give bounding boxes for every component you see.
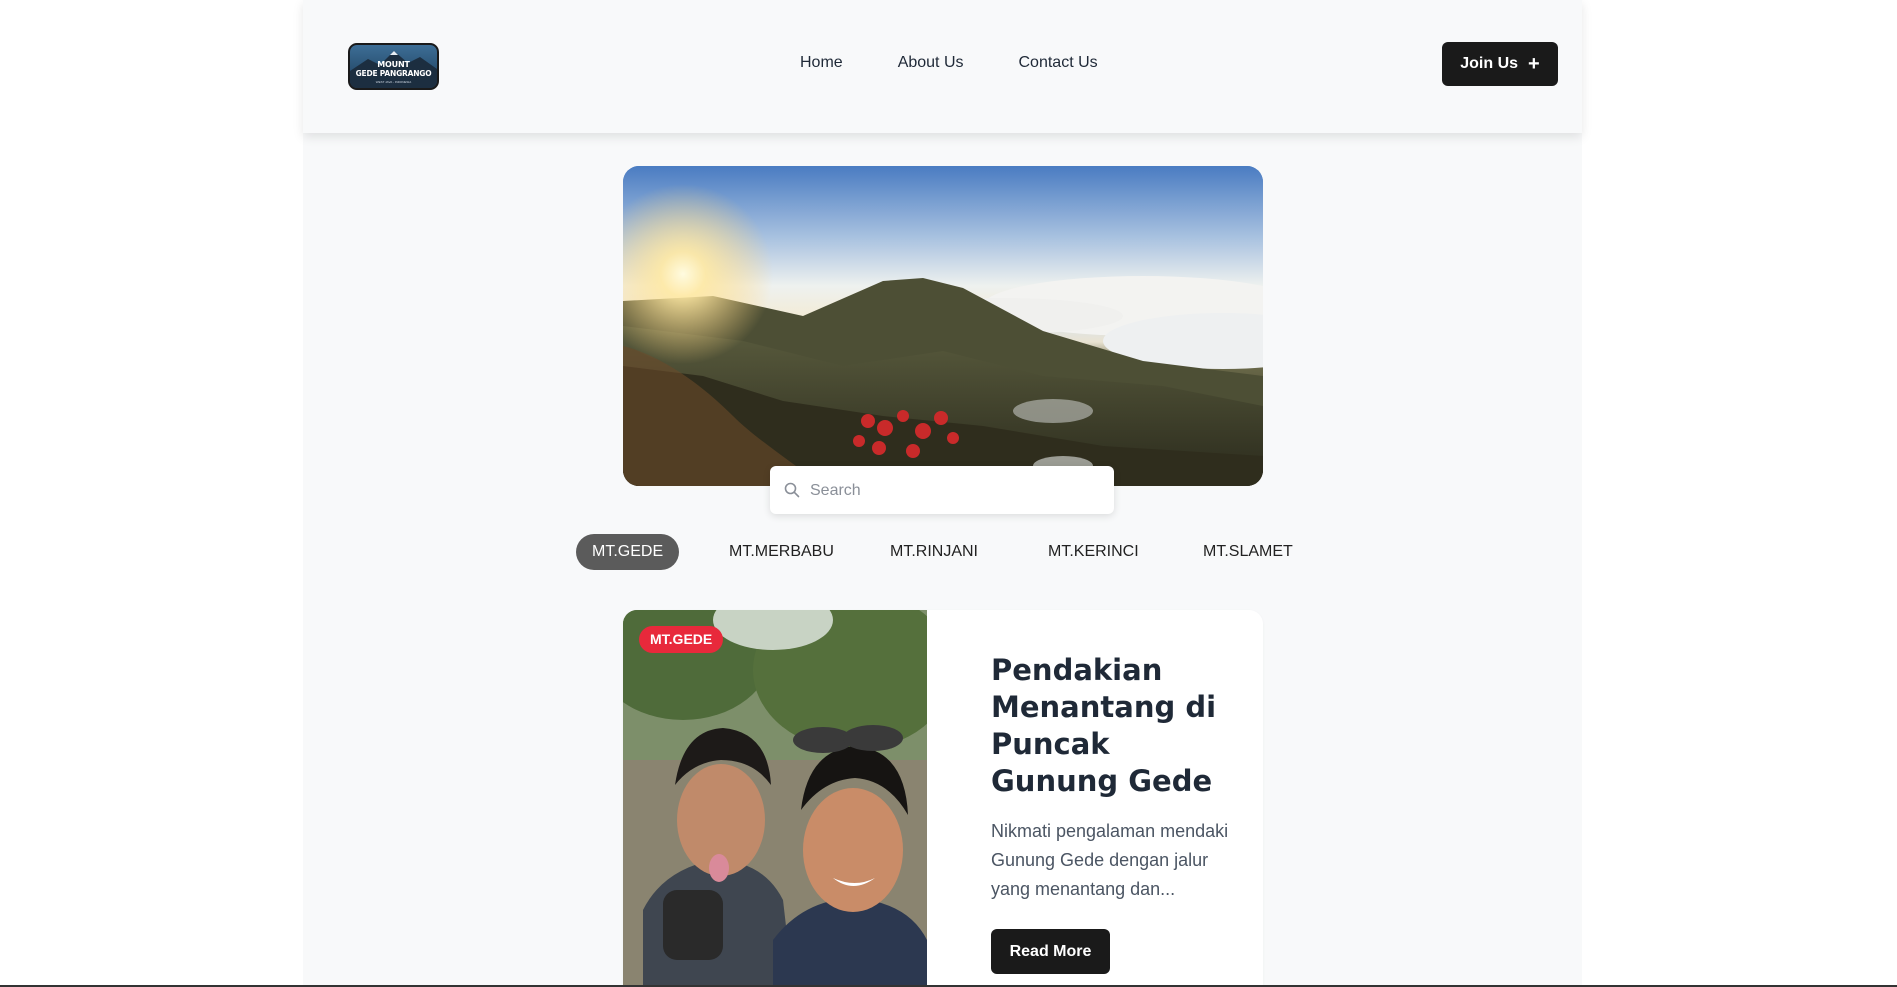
logo-line-2: GEDE PANGRANGO (355, 69, 432, 78)
plus-icon: + (1528, 53, 1540, 75)
read-more-button[interactable]: Read More (991, 929, 1110, 974)
filter-chip-mt-merbabu[interactable]: MT.MERBABU (713, 534, 850, 570)
filter-chip-mt-slamet[interactable]: MT.SLAMET (1187, 534, 1309, 570)
main-nav: Home About Us Contact Us (800, 54, 1153, 72)
filter-chip-mt-gede[interactable]: MT.GEDE (576, 534, 680, 570)
hikers-photo: MT.GEDE (623, 610, 927, 987)
logo-tagline: WEST JAVA - INDONESIA (375, 80, 412, 84)
logo-wordmark: MOUNT GEDE PANGRANGO (350, 60, 437, 78)
category-tag: MT.GEDE (639, 626, 724, 653)
search-input[interactable] (808, 466, 1102, 516)
mountain-landscape-image (623, 166, 1263, 486)
article-title: Pendakian Menantang di Puncak Gunung Ged… (991, 653, 1217, 798)
join-us-label: Join Us (1460, 55, 1519, 72)
nav-contact-us-link[interactable]: Contact Us (1019, 54, 1098, 72)
filter-chip-mt-rinjani[interactable]: MT.RINJANI (874, 534, 994, 570)
nav-home-link[interactable]: Home (800, 54, 843, 72)
filter-chip-mt-kerinci[interactable]: MT.KERINCI (1032, 534, 1155, 570)
site-logo[interactable]: MOUNT GEDE PANGRANGO WEST JAVA - INDONES… (348, 43, 439, 90)
nav-about-us-link[interactable]: About Us (898, 54, 964, 72)
join-us-button[interactable]: Join Us + (1442, 42, 1558, 86)
logo-line-1: MOUNT (377, 60, 410, 69)
search-icon (784, 482, 800, 498)
search-bar (770, 466, 1114, 516)
site-header: MOUNT GEDE PANGRANGO WEST JAVA - INDONES… (303, 0, 1582, 133)
article-card: MT.GEDE Pendakian Menantang di Puncak Gu… (623, 610, 1263, 987)
hikers-selfie-image (623, 610, 927, 987)
article-description: Nikmati pengalaman mendaki Gunung Gede d… (991, 821, 1229, 899)
hero-image (623, 166, 1263, 486)
